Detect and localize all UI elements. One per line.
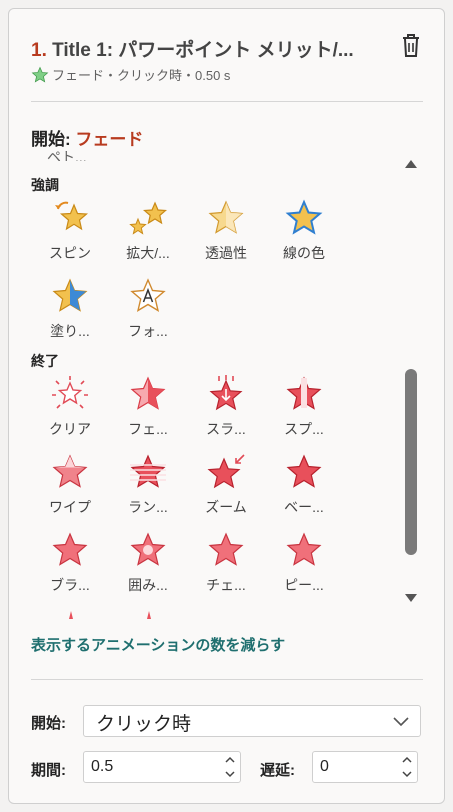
show-fewer-effects-link[interactable]: 表示するアニメーションの数を減らす [31, 634, 285, 655]
effect-label: ブラ... [50, 577, 90, 593]
effect-label: チェ... [206, 577, 246, 593]
effect-fly-out[interactable]: スラ... [189, 375, 263, 447]
start-dropdown-value: クリック時 [96, 714, 192, 735]
effect-label: スラ... [206, 421, 246, 437]
duration-stepper[interactable]: 0.5 [83, 751, 241, 783]
animation-number: 1. [31, 40, 47, 61]
effect-grow-shrink[interactable]: 拡大/... [111, 199, 185, 271]
animation-title: 1. Title 1: パワーポイント メリット/... [31, 35, 386, 62]
animation-subtitle: フェード・クリック時・0.50 s [31, 65, 230, 84]
effect-line-color[interactable]: 線の色 [267, 199, 341, 271]
effect-label: 拡大/... [126, 245, 170, 261]
partial-star-icon [147, 611, 151, 619]
delay-stepper[interactable]: 0 [312, 751, 418, 783]
line-color-star-icon [285, 199, 323, 235]
font-star-icon [130, 278, 166, 312]
scroll-up-arrow-icon[interactable] [404, 159, 418, 169]
checkerboard-star-icon [208, 532, 244, 566]
trash-icon[interactable] [400, 33, 422, 59]
truncated-effect-label: ペト... [47, 149, 87, 161]
chevron-down-icon [393, 717, 409, 727]
random-bars-star-icon [130, 454, 166, 488]
stepper-arrows-icon[interactable] [224, 754, 236, 780]
partial-star-icon [69, 611, 73, 619]
effect-label: フェ... [128, 421, 168, 437]
effect-label: スプ... [284, 421, 324, 437]
effect-transparency[interactable]: 透過性 [189, 199, 263, 271]
effect-label: 線の色 [283, 245, 325, 261]
effect-spin[interactable]: スピン [33, 199, 107, 271]
blinds-star-icon [52, 532, 88, 566]
effect-checkerboard[interactable]: チェ... [189, 531, 263, 603]
effect-circle[interactable]: 囲み... [111, 531, 185, 603]
effect-fill-color[interactable]: 塗り... [33, 277, 107, 349]
effect-label: ピー... [284, 577, 324, 593]
start-dropdown[interactable]: クリック時 [83, 705, 421, 737]
basic-star-icon [286, 454, 322, 488]
effect-random-bars[interactable]: ラン... [111, 453, 185, 525]
wipe-star-icon [52, 454, 88, 488]
effect-fade[interactable]: フェ... [111, 375, 185, 447]
duration-value: 0.5 [91, 758, 114, 775]
scrollbar-thumb[interactable] [405, 369, 417, 555]
animation-name: Title 1: パワーポイント メリット/... [52, 40, 354, 61]
fade-star-icon [130, 376, 166, 410]
split-star-icon [286, 376, 322, 410]
effect-label: ワイプ [49, 499, 91, 515]
grow-star-icon [129, 201, 168, 235]
fill-color-star-icon [52, 278, 88, 312]
effect-label: ラン... [128, 499, 168, 515]
section-emphasis: 強調 [31, 177, 59, 193]
effect-label: 塗り... [50, 323, 90, 339]
scroll-down-arrow-icon[interactable] [404, 593, 418, 603]
effect-label: フォ... [128, 323, 168, 339]
peek-star-icon [286, 532, 322, 566]
effect-blinds[interactable]: ブラ... [33, 531, 107, 603]
effect-basic[interactable]: ベー... [267, 453, 341, 525]
entrance-star-icon [31, 66, 49, 83]
animation-pane: 1. Title 1: パワーポイント メリット/... フェード・クリック時・… [8, 8, 445, 804]
delay-value: 0 [320, 758, 329, 775]
effect-label: 囲み... [128, 577, 168, 593]
effect-label: スピン [49, 245, 91, 261]
effect-disappear[interactable]: クリア [33, 375, 107, 447]
divider [31, 679, 423, 680]
effect-wipe[interactable]: ワイプ [33, 453, 107, 525]
animation-summary: フェード・クリック時・0.50 s [52, 68, 231, 83]
spin-star-icon [55, 201, 89, 231]
divider [31, 101, 423, 102]
animation-title-row: 1. Title 1: パワーポイント メリット/... [31, 33, 426, 61]
effect-label: ベー... [284, 499, 324, 515]
fly-out-star-icon [209, 375, 243, 411]
effect-font[interactable]: フォ... [111, 277, 185, 349]
stepper-arrows-icon[interactable] [401, 754, 413, 780]
effect-peek[interactable]: ピー... [267, 531, 341, 603]
transparency-star-icon [208, 200, 244, 234]
duration-label: 期間: [31, 762, 66, 779]
timing-start-label: 開始: [31, 715, 66, 732]
disappear-star-icon [52, 376, 88, 409]
zoom-star-icon [207, 454, 245, 489]
effect-label: ズーム [205, 499, 247, 515]
circle-star-icon [130, 532, 166, 566]
effect-zoom[interactable]: ズーム [189, 453, 263, 525]
effect-label: 透過性 [205, 245, 247, 261]
delay-label: 遅延: [260, 762, 295, 779]
section-exit: 終了 [31, 353, 59, 369]
effect-label: クリア [49, 421, 91, 437]
effect-split[interactable]: スプ... [267, 375, 341, 447]
